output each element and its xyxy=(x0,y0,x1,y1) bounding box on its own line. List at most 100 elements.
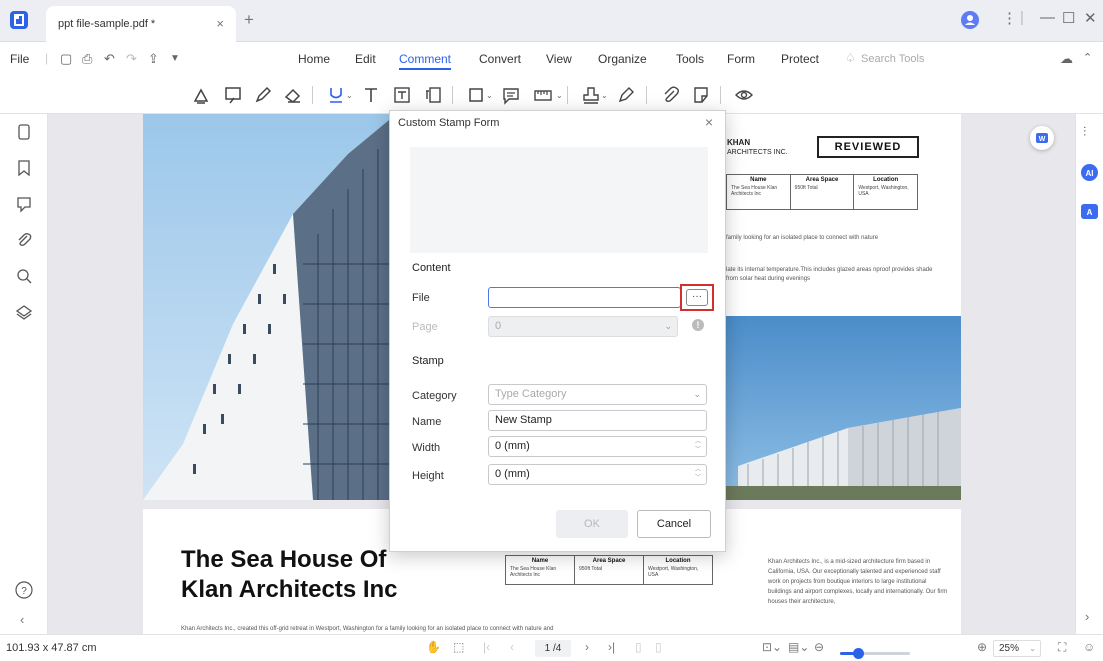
user-avatar-icon[interactable] xyxy=(961,11,979,29)
search-tools[interactable]: ♤ Search Tools xyxy=(845,51,935,69)
typewriter-icon[interactable] xyxy=(358,82,384,108)
cancel-button[interactable]: Cancel xyxy=(637,510,711,538)
quick-access-dropdown-icon[interactable]: ▼ xyxy=(170,53,180,64)
page-select[interactable]: 0 ⌄ xyxy=(488,316,678,337)
last-page-icon[interactable]: ›| xyxy=(608,640,615,654)
print-icon[interactable]: ⎙ xyxy=(82,51,92,67)
ok-button[interactable]: OK xyxy=(556,510,628,538)
save-icon[interactable]: ▢ xyxy=(60,51,72,67)
menu-form[interactable]: Form xyxy=(727,52,755,66)
zoom-out-icon[interactable]: ⊖ xyxy=(814,640,824,654)
close-window-icon[interactable]: ✕ xyxy=(1084,9,1097,27)
select-tool-icon[interactable]: ⬚ xyxy=(453,640,464,654)
comment-list-icon[interactable] xyxy=(688,82,714,108)
sticky-note-icon[interactable] xyxy=(498,82,524,108)
convert-to-word-icon[interactable]: W xyxy=(1030,126,1054,150)
single-page-view-icon[interactable]: ▯ xyxy=(635,640,642,654)
browse-file-button[interactable]: ··· xyxy=(686,289,708,306)
reviewed-stamp[interactable]: REVIEWED xyxy=(817,136,919,158)
ai-assistant-icon[interactable]: AI xyxy=(1081,164,1098,181)
share-icon[interactable]: ⇪ xyxy=(148,51,159,67)
attachment-panel-icon[interactable] xyxy=(13,229,35,251)
page-dimensions: 101.93 x 47.87 cm xyxy=(6,642,97,654)
search-panel-icon[interactable] xyxy=(13,265,35,287)
info-icon[interactable]: ! xyxy=(692,319,704,331)
menu-home[interactable]: Home xyxy=(298,52,330,66)
show-hide-comments-icon[interactable] xyxy=(731,82,757,108)
help-icon[interactable]: ? xyxy=(13,579,35,601)
highlight-tool-icon[interactable] xyxy=(188,82,214,108)
eraser-icon[interactable] xyxy=(280,82,306,108)
page-layout-dropdown-icon[interactable]: ▤⌄ xyxy=(788,640,809,654)
search-placeholder: Search Tools xyxy=(861,53,925,65)
redo-icon[interactable]: ↷ xyxy=(126,51,137,67)
undo-icon[interactable]: ↶ xyxy=(104,51,115,67)
collapse-right-icon[interactable]: › xyxy=(1085,609,1089,624)
menu-organize[interactable]: Organize xyxy=(598,52,647,66)
fullscreen-icon[interactable]: ⛶ xyxy=(1058,640,1066,655)
first-page-icon[interactable]: |‹ xyxy=(483,640,490,654)
menu-file[interactable]: File xyxy=(10,52,29,66)
new-tab-icon[interactable]: + xyxy=(244,10,254,30)
collapse-ribbon-icon[interactable]: ⌃ xyxy=(1083,51,1092,64)
stamp-section-label: Stamp xyxy=(412,355,444,367)
comment-toolbar: ⌄ ⌄ ⌄ ⌄ xyxy=(0,76,1103,114)
cloud-icon[interactable]: ☁ xyxy=(1060,51,1073,67)
brand-subtitle: ARCHITECTS INC. xyxy=(727,149,788,156)
underline-dropdown-icon[interactable]: ⌄ xyxy=(346,91,353,100)
text-box-icon[interactable] xyxy=(389,82,415,108)
menu-convert[interactable]: Convert xyxy=(479,52,521,66)
width-stepper[interactable]: 0 (mm) ︿ ﹀ xyxy=(488,436,707,457)
menu-tools[interactable]: Tools xyxy=(676,52,704,66)
stamp-name-input[interactable]: New Stamp xyxy=(488,410,707,431)
zoom-slider-thumb[interactable] xyxy=(853,648,864,659)
window-divider: | xyxy=(1020,9,1024,26)
area-highlight-icon[interactable] xyxy=(220,82,246,108)
zoom-slider[interactable] xyxy=(840,648,910,659)
document-tab[interactable]: ppt file-sample.pdf * × xyxy=(46,6,236,42)
thumbnail-icon[interactable] xyxy=(13,121,35,143)
title-line-2: Klan Architects Inc xyxy=(181,576,398,603)
measure-tool-icon[interactable] xyxy=(530,82,556,108)
hand-tool-icon[interactable]: ✋ xyxy=(426,640,441,654)
measure-dropdown-icon[interactable]: ⌄ xyxy=(556,91,563,100)
comment-panel-icon[interactable] xyxy=(13,193,35,215)
shape-dropdown-icon[interactable]: ⌄ xyxy=(486,91,493,100)
ai-translate-icon[interactable]: A xyxy=(1081,204,1098,219)
collapse-left-icon[interactable]: ‹ xyxy=(20,612,24,627)
previous-page-icon[interactable]: ‹ xyxy=(510,640,514,654)
file-path-input[interactable] xyxy=(488,287,681,308)
more-options-icon[interactable]: ⋮ xyxy=(1002,9,1017,27)
dialog-close-icon[interactable]: × xyxy=(705,114,713,130)
callout-icon[interactable] xyxy=(420,82,446,108)
tab-close-icon[interactable]: × xyxy=(216,16,224,31)
toolbar-separator xyxy=(720,86,721,104)
bookmark-icon[interactable] xyxy=(13,157,35,179)
signature-icon[interactable] xyxy=(613,82,639,108)
properties-icon[interactable]: ⫶ xyxy=(1083,124,1086,140)
stepper-arrows-icon[interactable]: ︿ ﹀ xyxy=(695,466,701,482)
next-page-icon[interactable]: › xyxy=(585,640,589,654)
height-stepper[interactable]: 0 (mm) ︿ ﹀ xyxy=(488,464,707,485)
stepper-arrows-icon[interactable]: ︿ ﹀ xyxy=(695,438,701,454)
pencil-icon[interactable] xyxy=(250,82,276,108)
minimize-icon[interactable]: — xyxy=(1040,9,1055,26)
page-number-input[interactable]: 1 /4 xyxy=(535,640,571,657)
attachment-icon[interactable] xyxy=(657,82,683,108)
category-select[interactable]: Type Category ⌄ xyxy=(488,384,707,405)
stamp-dropdown-icon[interactable]: ⌄ xyxy=(601,91,608,100)
layers-icon[interactable] xyxy=(13,301,35,323)
maximize-icon[interactable]: ☐ xyxy=(1062,9,1075,27)
browse-highlight-box: ··· xyxy=(680,284,714,311)
two-page-view-icon[interactable]: ▯ xyxy=(655,640,662,654)
menu-view[interactable]: View xyxy=(546,52,572,66)
feedback-icon[interactable]: ☺ xyxy=(1083,640,1095,654)
zoom-level-select[interactable]: 25% ⌄ xyxy=(993,640,1041,657)
table-cell: Location Westport, Washington, USA xyxy=(858,177,909,197)
menu-protect[interactable]: Protect xyxy=(781,52,819,66)
menu-comment[interactable]: Comment xyxy=(399,52,452,70)
fit-page-dropdown-icon[interactable]: ⊡⌄ xyxy=(762,640,782,654)
zoom-in-icon[interactable]: ⊕ xyxy=(977,640,987,654)
menu-edit[interactable]: Edit xyxy=(355,52,376,66)
app-logo-icon[interactable] xyxy=(10,11,28,29)
